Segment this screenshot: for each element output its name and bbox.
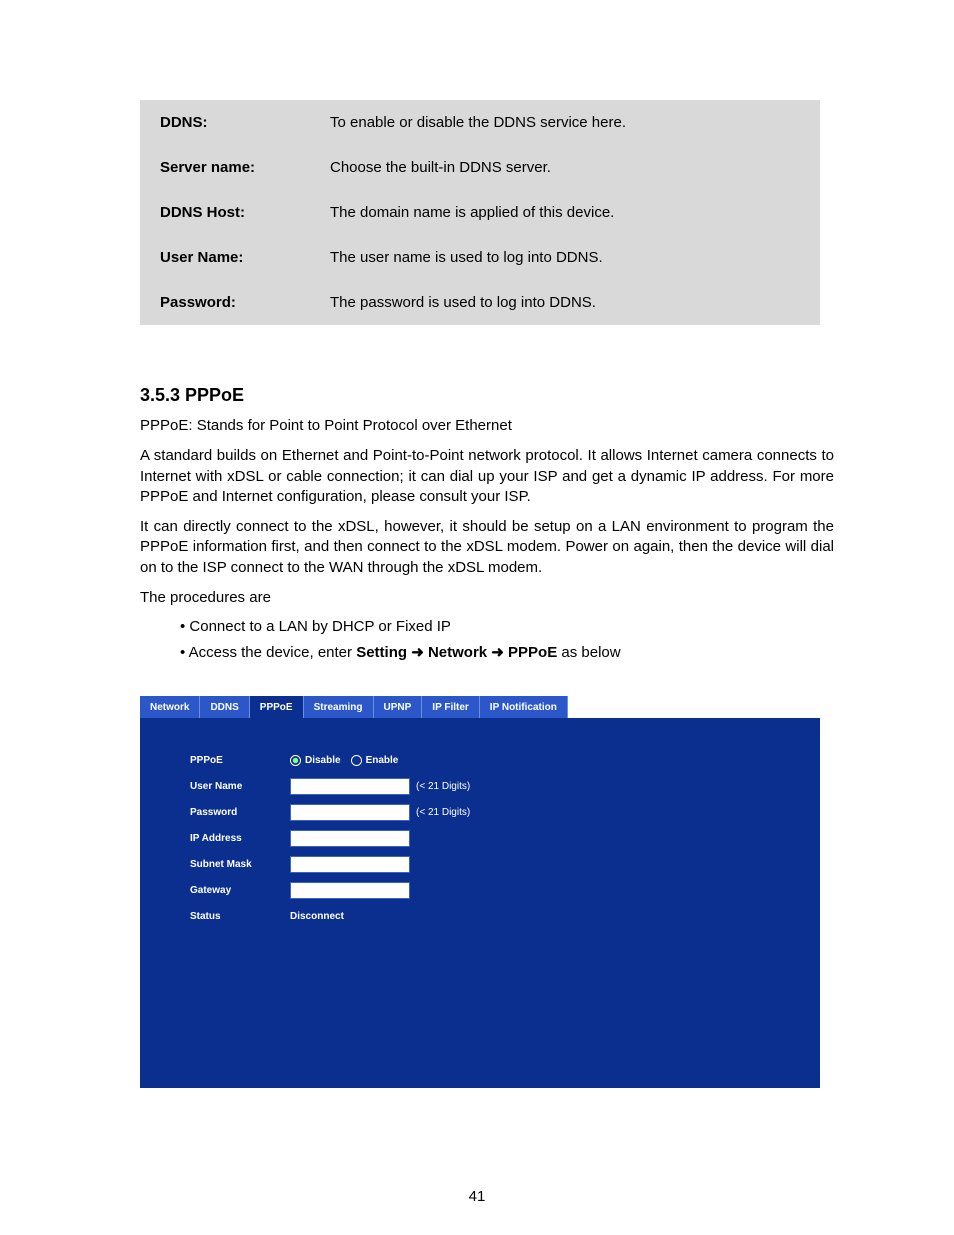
tab-bar: Network DDNS PPPoE Streaming UPNP IP Fil… <box>140 696 820 718</box>
label-ipaddress: IP Address <box>190 833 290 844</box>
status-value: Disconnect <box>290 911 344 922</box>
paragraph: PPPoE: Stands for Point to Point Protoco… <box>140 416 834 436</box>
param-val: To enable or disable the DDNS service he… <box>310 100 820 145</box>
tab-pppoe[interactable]: PPPoE <box>250 696 304 718</box>
page-number: 41 <box>0 1188 954 1205</box>
label-password: Password <box>190 807 290 818</box>
param-val: The password is used to log into DDNS. <box>310 280 820 325</box>
tab-upnp[interactable]: UPNP <box>374 696 423 718</box>
tab-streaming[interactable]: Streaming <box>304 696 374 718</box>
paragraph: It can directly connect to the xDSL, how… <box>140 517 834 578</box>
tab-ddns[interactable]: DDNS <box>200 696 249 718</box>
ddns-parameters-table: DDNS:To enable or disable the DDNS servi… <box>140 100 820 325</box>
radio-enable[interactable]: Enable <box>351 755 399 766</box>
pppoe-form-panel: PPPoE Disable Enable User Name (< 21 Dig… <box>140 718 820 1088</box>
ipaddress-input[interactable] <box>290 830 410 847</box>
param-key: DDNS Host: <box>140 190 310 235</box>
screenshot-pppoe-panel: Network DDNS PPPoE Streaming UPNP IP Fil… <box>140 696 820 1088</box>
subnetmask-input[interactable] <box>290 856 410 873</box>
tab-ipnotification[interactable]: IP Notification <box>480 696 568 718</box>
tab-ipfilter[interactable]: IP Filter <box>422 696 480 718</box>
gateway-input[interactable] <box>290 882 410 899</box>
arrow-icon: ➜ <box>487 644 508 661</box>
param-key: DDNS: <box>140 100 310 145</box>
label-pppoe: PPPoE <box>190 755 290 766</box>
param-key: User Name: <box>140 235 310 280</box>
radio-dot-icon <box>290 755 301 766</box>
list-item: • Access the device, enter Setting ➜ Net… <box>180 643 834 661</box>
paragraph: The procedures are <box>140 588 834 608</box>
procedure-list: • Connect to a LAN by DHCP or Fixed IP •… <box>180 618 834 661</box>
username-input[interactable] <box>290 778 410 795</box>
param-val: The user name is used to log into DDNS. <box>310 235 820 280</box>
label-status: Status <box>190 911 290 922</box>
hint-text: (< 21 Digits) <box>416 807 470 818</box>
param-key: Server name: <box>140 145 310 190</box>
arrow-icon: ➜ <box>407 644 428 661</box>
hint-text: (< 21 Digits) <box>416 781 470 792</box>
param-val: The domain name is applied of this devic… <box>310 190 820 235</box>
password-input[interactable] <box>290 804 410 821</box>
tab-network[interactable]: Network <box>140 696 200 718</box>
radio-disable[interactable]: Disable <box>290 755 341 766</box>
param-key: Password: <box>140 280 310 325</box>
paragraph: A standard builds on Ethernet and Point-… <box>140 446 834 507</box>
radio-dot-icon <box>351 755 362 766</box>
list-item: • Connect to a LAN by DHCP or Fixed IP <box>180 618 834 635</box>
param-val: Choose the built-in DDNS server. <box>310 145 820 190</box>
label-username: User Name <box>190 781 290 792</box>
section-heading: 3.5.3 PPPoE <box>140 385 834 406</box>
label-subnetmask: Subnet Mask <box>190 859 290 870</box>
label-gateway: Gateway <box>190 885 290 896</box>
